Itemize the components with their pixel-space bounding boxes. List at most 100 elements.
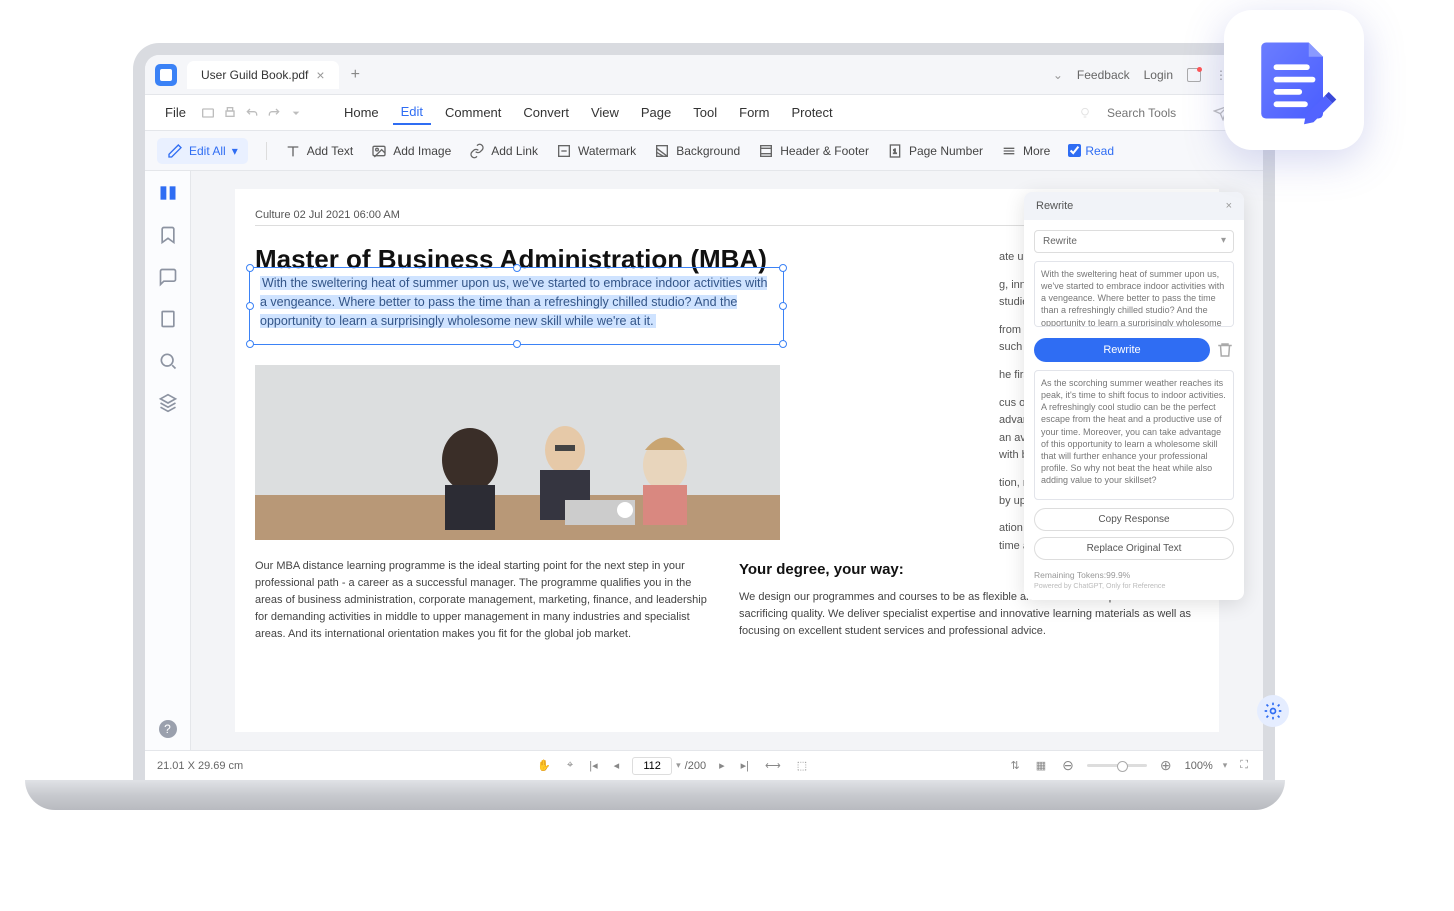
menu-view[interactable]: View	[583, 101, 627, 124]
header-footer-button[interactable]: Header & Footer	[758, 143, 869, 159]
menu-file[interactable]: File	[157, 101, 194, 124]
fit-page-icon[interactable]: ⬚	[794, 759, 810, 772]
hand-tool-icon[interactable]: ✋	[534, 759, 554, 772]
zoom-slider[interactable]	[1087, 764, 1147, 767]
add-link-button[interactable]: Add Link	[469, 143, 538, 159]
rewrite-panel: Rewrite × Rewrite Rewrite As the scorchi…	[1024, 192, 1244, 600]
resize-handle[interactable]	[779, 340, 787, 348]
fullscreen-icon[interactable]: ⛶	[1237, 759, 1251, 772]
resize-handle[interactable]	[779, 302, 787, 310]
page-number-input[interactable]	[632, 757, 672, 775]
read-checkbox[interactable]	[1068, 144, 1081, 157]
help-icon[interactable]: ?	[159, 720, 177, 738]
login-link[interactable]: Login	[1144, 68, 1173, 82]
separator	[266, 142, 267, 160]
page-number-icon: 1	[887, 143, 903, 159]
lightbulb-icon[interactable]	[1077, 105, 1093, 121]
close-icon[interactable]: ×	[1226, 200, 1232, 212]
rewrite-button[interactable]: Rewrite	[1034, 338, 1210, 362]
menu-edit[interactable]: Edit	[393, 100, 431, 125]
rewrite-input[interactable]	[1034, 261, 1234, 327]
titlebar: User Guild Book.pdf × + ⌄ Feedback Login…	[145, 55, 1263, 95]
watermark-button[interactable]: Watermark	[556, 143, 636, 159]
attachment-icon[interactable]	[158, 309, 178, 329]
zoom-in-icon[interactable]: ⊕	[1157, 757, 1175, 774]
redo-icon[interactable]	[266, 105, 282, 121]
resize-handle[interactable]	[246, 340, 254, 348]
background-button[interactable]: Background	[654, 143, 740, 159]
copy-response-button[interactable]: Copy Response	[1034, 508, 1234, 531]
document-tab[interactable]: User Guild Book.pdf ×	[187, 61, 339, 89]
resize-handle[interactable]	[779, 264, 787, 272]
menu-home[interactable]: Home	[336, 101, 387, 124]
svg-text:1: 1	[893, 148, 897, 155]
print-icon[interactable]	[222, 105, 238, 121]
menu-comment[interactable]: Comment	[437, 101, 509, 124]
open-icon[interactable]	[200, 105, 216, 121]
text-icon	[285, 143, 301, 159]
laptop-base	[25, 780, 1285, 810]
menu-tool[interactable]: Tool	[685, 101, 725, 124]
ai-assistant-button[interactable]	[1257, 695, 1289, 727]
rewrite-mode-select[interactable]: Rewrite	[1034, 230, 1234, 253]
left-sidebar: ?	[145, 171, 191, 750]
comment-icon[interactable]	[158, 267, 178, 287]
dropdown-icon[interactable]	[288, 105, 304, 121]
read-mode-toggle[interactable]: Read	[1068, 144, 1114, 158]
undo-icon[interactable]	[244, 105, 260, 121]
select-tool-icon[interactable]: ⌖	[564, 759, 576, 772]
document-image	[255, 365, 780, 540]
background-icon	[654, 143, 670, 159]
menu-form[interactable]: Form	[731, 101, 777, 124]
add-image-button[interactable]: Add Image	[371, 143, 451, 159]
zoom-out-icon[interactable]: ⊖	[1059, 757, 1077, 774]
scroll-mode-icon[interactable]: ⇅	[1008, 759, 1023, 772]
more-button[interactable]: More	[1001, 143, 1050, 159]
resize-handle[interactable]	[246, 264, 254, 272]
rewrite-output: As the scorching summer weather reaches …	[1034, 370, 1234, 500]
text-selection-box[interactable]: With the sweltering heat of summer upon …	[249, 267, 784, 345]
close-tab-icon[interactable]: ×	[316, 67, 324, 83]
search-icon[interactable]	[158, 351, 178, 371]
last-page-icon[interactable]: ▸|	[738, 759, 752, 772]
selected-text: With the sweltering heat of summer upon …	[260, 276, 767, 328]
statusbar: 21.01 X 29.69 cm ✋ ⌖ |◂ ◂ ▾ /200 ▸ ▸| ⟷ …	[145, 750, 1263, 780]
menu-page[interactable]: Page	[633, 101, 679, 124]
add-tab-button[interactable]: +	[351, 66, 360, 84]
add-text-button[interactable]: Add Text	[285, 143, 353, 159]
edit-all-button[interactable]: Edit All ▾	[157, 138, 248, 164]
chevron-down-icon[interactable]: ⌄	[1053, 68, 1063, 82]
link-icon	[469, 143, 485, 159]
page-number-button[interactable]: 1 Page Number	[887, 143, 983, 159]
trash-icon[interactable]	[1216, 341, 1234, 359]
search-tools-input[interactable]	[1107, 106, 1207, 120]
total-pages: /200	[685, 760, 706, 772]
bookmark-icon[interactable]	[158, 225, 178, 245]
feedback-link[interactable]: Feedback	[1077, 68, 1130, 82]
layout-mode-icon[interactable]: ▦	[1033, 759, 1049, 772]
next-page-icon[interactable]: ▸	[716, 759, 728, 772]
edit-toolbar: Edit All ▾ Add Text Add Image Add Link W…	[145, 131, 1263, 171]
first-page-icon[interactable]: |◂	[586, 759, 600, 772]
tokens-remaining: Remaining Tokens:99.9%	[1034, 570, 1130, 580]
layers-icon[interactable]	[158, 393, 178, 413]
notification-icon[interactable]	[1187, 68, 1201, 82]
image-icon	[371, 143, 387, 159]
replace-text-button[interactable]: Replace Original Text	[1034, 537, 1234, 560]
resize-handle[interactable]	[513, 264, 521, 272]
thumbnail-icon[interactable]	[158, 183, 178, 203]
prev-page-icon[interactable]: ◂	[611, 759, 623, 772]
pencil-icon	[167, 143, 183, 159]
floating-app-icon	[1224, 10, 1364, 150]
menu-convert[interactable]: Convert	[515, 101, 577, 124]
fit-width-icon[interactable]: ⟷	[762, 759, 784, 772]
tab-title: User Guild Book.pdf	[201, 68, 308, 82]
header-footer-icon	[758, 143, 774, 159]
resize-handle[interactable]	[513, 340, 521, 348]
powered-by: Powered by ChatGPT, Only for Reference	[1034, 582, 1234, 590]
app-logo	[155, 64, 177, 86]
menu-protect[interactable]: Protect	[783, 101, 840, 124]
more-icon	[1001, 143, 1017, 159]
resize-handle[interactable]	[246, 302, 254, 310]
zoom-level: 100%	[1185, 760, 1213, 772]
